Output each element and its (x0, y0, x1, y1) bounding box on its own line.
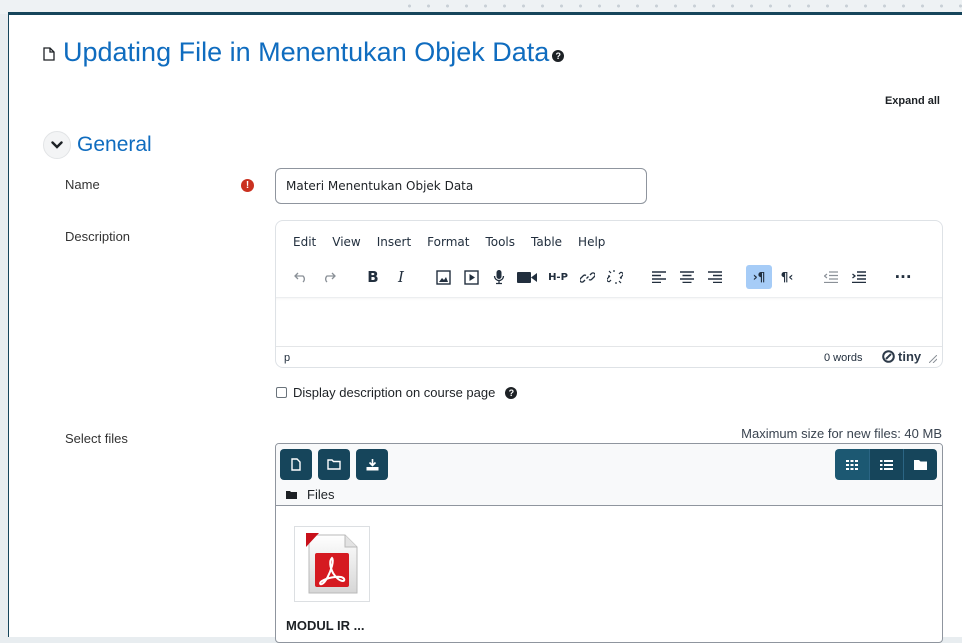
name-input[interactable]: Materi Menentukan Objek Data (275, 168, 647, 204)
indent-icon[interactable] (846, 265, 872, 289)
italic-icon[interactable]: I (388, 265, 414, 289)
video-camera-icon[interactable] (514, 265, 540, 289)
resize-grip-icon[interactable] (929, 355, 937, 363)
max-size-note: Maximum size for new files: 40 MB (741, 426, 942, 441)
download-button[interactable] (356, 449, 388, 480)
menu-edit[interactable]: Edit (284, 235, 323, 249)
microphone-icon[interactable] (486, 265, 512, 289)
main-card: Updating File in Menentukan Objek Data ?… (8, 12, 962, 643)
view-list-button[interactable] (869, 449, 903, 480)
page-title: Updating File in Menentukan Objek Data ? (43, 37, 565, 68)
description-editor: Edit View Insert Format Tools Table Help… (275, 220, 943, 368)
editor-toolbar: B I H-P ›¶ ¶‹ ··· (288, 261, 938, 293)
chevron-down-icon (51, 141, 63, 149)
rtl-direction-icon[interactable]: ¶‹ (774, 265, 800, 289)
view-toggle-group (835, 449, 937, 480)
create-folder-button[interactable] (318, 449, 350, 480)
file-icon (291, 458, 301, 471)
align-right-icon[interactable] (702, 265, 728, 289)
general-section-header[interactable]: General (43, 131, 152, 159)
folder-icon (914, 459, 927, 470)
editor-statusbar: p 0 words tiny (276, 346, 942, 367)
outdent-icon[interactable] (818, 265, 844, 289)
page-title-text: Updating File in Menentukan Objek Data (63, 37, 550, 67)
align-left-icon[interactable] (646, 265, 672, 289)
menu-insert[interactable]: Insert (368, 235, 418, 249)
unlink-icon[interactable] (602, 265, 628, 289)
more-icon[interactable]: ··· (890, 265, 916, 289)
add-file-button[interactable] (280, 449, 312, 480)
media-icon[interactable] (458, 265, 484, 289)
view-icons-button[interactable] (835, 449, 869, 480)
view-tree-button[interactable] (903, 449, 937, 480)
display-description-row: Display description on course page ? (276, 385, 518, 400)
display-description-label: Display description on course page (293, 385, 496, 400)
page-icon (43, 37, 55, 68)
file-manager: Files MODUL IR ... (275, 443, 943, 643)
grid-icon (846, 459, 858, 470)
menu-help[interactable]: Help (569, 235, 612, 249)
image-icon[interactable] (430, 265, 456, 289)
menu-view[interactable]: View (323, 235, 367, 249)
h5p-icon[interactable]: H-P (543, 265, 573, 289)
select-files-label: Select files (65, 431, 128, 446)
help-icon[interactable]: ? (552, 49, 565, 62)
menu-format[interactable]: Format (418, 235, 476, 249)
editor-content-area[interactable] (276, 297, 942, 345)
file-item[interactable] (294, 526, 370, 602)
description-label: Description (65, 229, 131, 244)
file-manager-toolbar: Files (276, 444, 942, 506)
undo-icon[interactable] (288, 265, 314, 289)
tiny-brand-icon (882, 350, 895, 363)
display-description-checkbox[interactable] (276, 387, 287, 398)
element-path[interactable]: p (284, 352, 290, 364)
breadcrumb-folder[interactable]: Files (307, 487, 334, 502)
file-name[interactable]: MODUL IR ... (286, 618, 364, 633)
editor-menubar: Edit View Insert Format Tools Table Help (284, 235, 612, 249)
name-label: Name (65, 177, 100, 192)
link-icon[interactable] (574, 265, 600, 289)
list-icon (880, 459, 893, 470)
dotted-pattern (400, 0, 962, 12)
breadcrumb: Files (286, 487, 334, 502)
help-icon[interactable]: ? (505, 386, 518, 399)
redo-icon[interactable] (316, 265, 342, 289)
collapse-button[interactable] (43, 131, 71, 159)
bold-icon[interactable]: B (360, 265, 386, 289)
section-title: General (77, 133, 152, 156)
download-icon (366, 458, 378, 470)
required-icon: ! (241, 179, 254, 192)
expand-all-link[interactable]: Expand all (885, 95, 940, 107)
ltr-direction-icon[interactable]: ›¶ (746, 265, 772, 289)
align-center-icon[interactable] (674, 265, 700, 289)
menu-table[interactable]: Table (522, 235, 569, 249)
folder-icon (286, 490, 297, 499)
tiny-brand-label: tiny (898, 349, 922, 364)
pdf-file-icon (306, 533, 358, 594)
menu-tools[interactable]: Tools (476, 235, 522, 249)
tiny-logo[interactable]: tiny (882, 349, 921, 364)
word-count[interactable]: 0 words (824, 352, 863, 364)
folder-icon (327, 459, 341, 470)
